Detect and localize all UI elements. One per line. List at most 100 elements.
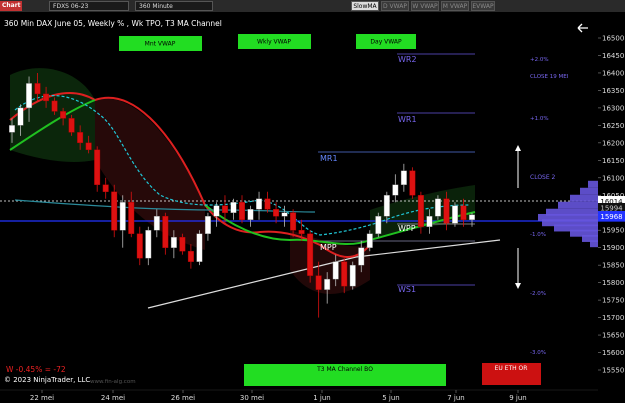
y-tick-label: 15900 xyxy=(602,244,624,252)
evwap-button[interactable]: EVWAP xyxy=(471,1,495,11)
y-tick-label: 15600 xyxy=(602,349,624,357)
profile-bar xyxy=(588,180,598,188)
wkly-vwap-label: Wkly VWAP xyxy=(257,39,291,46)
candle-body xyxy=(230,202,237,213)
y-tick-label: 15750 xyxy=(602,297,624,305)
candle-body xyxy=(443,198,450,224)
candle-body xyxy=(383,195,390,217)
slowma-button[interactable]: SlowMA xyxy=(351,1,379,11)
y-tick-label: 16100 xyxy=(602,174,624,182)
candle-body xyxy=(77,132,84,144)
close-19-mei-label: CLOSE 19 MEI xyxy=(530,74,569,80)
candle-body xyxy=(213,205,220,217)
y-tick-label: 15800 xyxy=(602,279,624,287)
chart-title: 360 Min DAX June 05, Weekly % , Wk TPO, … xyxy=(4,19,222,28)
candle-body xyxy=(256,198,263,210)
candle-body xyxy=(358,247,365,266)
y-tick-label: 16350 xyxy=(602,87,624,95)
candle-body xyxy=(324,278,331,290)
candle-body xyxy=(273,209,280,217)
candle-body xyxy=(179,236,186,252)
x-tick-label: 30 mei xyxy=(240,394,264,402)
candle-body xyxy=(426,216,433,227)
candle-body xyxy=(469,214,475,220)
candle-body xyxy=(34,83,41,95)
candle-body xyxy=(9,125,15,133)
profile-bar xyxy=(590,240,598,248)
candle-body xyxy=(451,205,458,224)
y-tick-label: 16200 xyxy=(602,139,624,147)
pct-plus1-label: +1.0% xyxy=(530,116,549,122)
candle-body xyxy=(162,216,169,248)
y-tick-label: 16300 xyxy=(602,104,624,112)
price-chart[interactable]: 360 Min DAX June 05, Weekly % , Wk TPO, … xyxy=(0,12,625,403)
candle-body xyxy=(375,216,382,234)
candle-body xyxy=(392,184,399,196)
x-tick-label: 26 mei xyxy=(171,394,195,402)
candle-body xyxy=(51,100,58,112)
candle-body xyxy=(417,195,424,227)
candle-body xyxy=(315,275,322,290)
pct-minus3-label: -3.0% xyxy=(530,350,546,356)
candle-body xyxy=(247,209,254,220)
interval-selector[interactable]: 360 Minute xyxy=(135,1,213,11)
wr1-label: WR1 xyxy=(398,115,417,124)
w-vwap-button[interactable]: W VWAP xyxy=(411,1,439,11)
candle-body xyxy=(145,230,152,259)
x-tick-label: 9 jun xyxy=(509,394,527,402)
candle-body xyxy=(170,236,177,248)
pct-minus2-label: -2.0% xyxy=(530,291,546,297)
instrument-selector[interactable]: FDXS 06-23 xyxy=(49,1,129,11)
mnt-vwap-label: Mnt VWAP xyxy=(145,41,176,48)
candle-body xyxy=(349,264,356,287)
candle-body xyxy=(341,261,348,287)
candle-body xyxy=(204,216,211,234)
candle-body xyxy=(409,170,416,196)
y-tick-label: 16400 xyxy=(602,69,624,77)
x-tick-label: 24 mei xyxy=(101,394,125,402)
y-tick-label: 15850 xyxy=(602,262,624,270)
candle-body xyxy=(60,111,67,119)
candle-body xyxy=(460,205,467,220)
y-tick-label: 16450 xyxy=(602,52,624,60)
profile-bar xyxy=(558,201,598,209)
close-2-label: CLOSE 2 xyxy=(530,174,556,181)
mpp-label: MPP xyxy=(320,243,337,252)
y-tick-label: 16150 xyxy=(602,157,624,165)
candle-body xyxy=(187,250,194,262)
candle-body xyxy=(221,205,228,213)
price-badge-current-text: 15968 xyxy=(600,213,622,221)
y-tick-label: 16250 xyxy=(602,122,624,130)
candle-body xyxy=(119,202,126,231)
candle-body xyxy=(17,107,24,126)
pct-plus2-label: +2.0% xyxy=(530,57,549,63)
chart-tab[interactable]: Chart xyxy=(0,1,22,11)
m-vwap-button[interactable]: M VWAP xyxy=(441,1,469,11)
candle-body xyxy=(26,83,33,109)
y-tick-label: 15950 xyxy=(602,227,624,235)
wpp-label: WPP xyxy=(398,224,416,233)
profile-bar xyxy=(580,187,598,195)
copyright-text: © 2023 NinjaTrader, LLC xyxy=(4,376,90,384)
candle-body xyxy=(43,93,50,102)
candle-body xyxy=(136,233,143,259)
candle-body xyxy=(102,184,109,192)
candle-body xyxy=(434,198,441,217)
candle-body xyxy=(68,118,75,133)
ws1-label: WS1 xyxy=(398,285,416,294)
candle-body xyxy=(400,170,407,185)
mr1-label: MR1 xyxy=(320,154,338,163)
x-tick-label: 22 mei xyxy=(30,394,54,402)
x-tick-label: 5 jun xyxy=(382,394,400,402)
candle-body xyxy=(366,233,373,248)
candle-body xyxy=(128,202,135,234)
wr2-label: WR2 xyxy=(398,55,417,64)
weekly-stat-text: W -0.45% = -72 xyxy=(6,365,66,374)
candle-body xyxy=(307,233,314,276)
candle-body xyxy=(290,212,297,231)
d-vwap-button[interactable]: D VWAP xyxy=(381,1,409,11)
candle-body xyxy=(153,216,160,231)
y-tick-label: 15650 xyxy=(602,332,624,340)
profile-bar xyxy=(570,194,598,202)
x-tick-label: 1 jun xyxy=(313,394,331,402)
